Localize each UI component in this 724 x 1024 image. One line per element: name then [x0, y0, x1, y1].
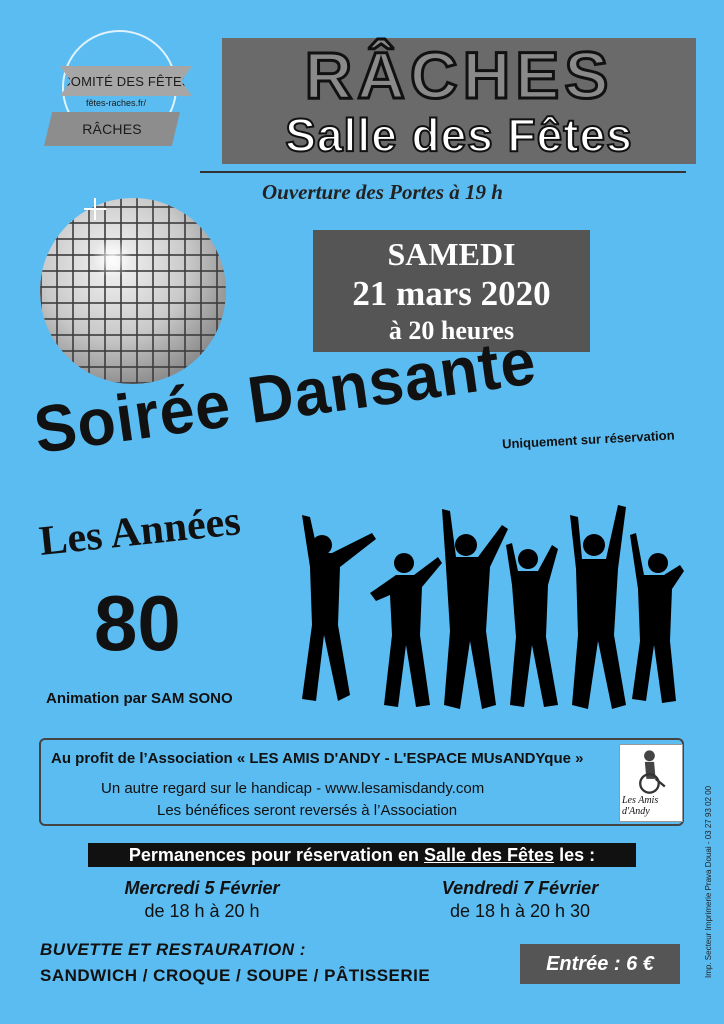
event-date: 21 mars 2020: [352, 274, 551, 313]
schedule-day: Vendredi 7 Février: [441, 878, 599, 898]
schedule-slot: Vendredi 7 Février de 18 h à 20 h 30: [410, 878, 630, 922]
logo-url: fêtes-raches.fr/: [86, 98, 147, 108]
title-divider: [200, 171, 686, 173]
page-subtitle: Salle des Fêtes: [284, 109, 633, 161]
comite-logo: COMITÉ DES FÊTES fêtes-raches.fr/ RÂCHES: [40, 30, 200, 170]
permanences-banner: Permanences pour réservation en Salle de…: [88, 843, 636, 867]
printer-credit: Imp. Secteur Imprimerie Prava Douai - 03…: [704, 785, 713, 978]
disco-ball-icon: [40, 198, 226, 384]
permanences-prefix: Permanences pour réservation en: [128, 844, 419, 865]
animation-credit: Animation par SAM SONO: [46, 690, 233, 707]
permanences-salle: Salle des Fêtes: [424, 844, 555, 865]
event-day: SAMEDI: [387, 236, 516, 272]
title-box: RÂCHES Salle des Fêtes: [222, 38, 696, 164]
schedule-slot: Mercredi 5 Février de 18 h à 20 h: [92, 878, 312, 922]
theme-line2: 80: [94, 579, 181, 667]
association-name: Au profit de l’Association « LES AMIS D'…: [51, 750, 584, 767]
dancers-silhouette-icon: [302, 505, 684, 709]
sparkle-icon: [84, 198, 106, 220]
association-tagline: Un autre regard sur le handicap - www.le…: [101, 780, 485, 797]
buvette-heading: BUVETTE ET RESTAURATION :: [40, 940, 306, 959]
permanences-suffix: les :: [559, 844, 596, 865]
page-title: RÂCHES: [303, 38, 614, 112]
wheelchair-logo-icon: Les Amis d'Andy: [619, 744, 683, 822]
association-logo-text: Les Amis d'Andy: [622, 795, 659, 817]
association-box: Au profit de l’Association « LES AMIS D'…: [39, 738, 684, 826]
schedule-day: Mercredi 5 Février: [124, 878, 280, 898]
food-menu: SANDWICH / CROQUE / SOUPE / PÂTISSERIE: [40, 966, 431, 985]
schedule-hours: de 18 h à 20 h 30: [449, 901, 591, 921]
logo-name-ribbon: COMITÉ DES FÊTES: [60, 66, 192, 96]
entry-price: Entrée : 6 €: [520, 944, 680, 984]
disco-ball-tiles: [40, 198, 226, 384]
logo-town-ribbon: RÂCHES: [44, 112, 180, 146]
doors-opening: Ouverture des Portes à 19 h: [262, 180, 503, 204]
association-profits: Les bénéfices seront reversés à l’Associ…: [157, 802, 458, 819]
disco-ball-shine: [92, 238, 132, 278]
schedule-hours: de 18 h à 20 h: [144, 901, 260, 921]
